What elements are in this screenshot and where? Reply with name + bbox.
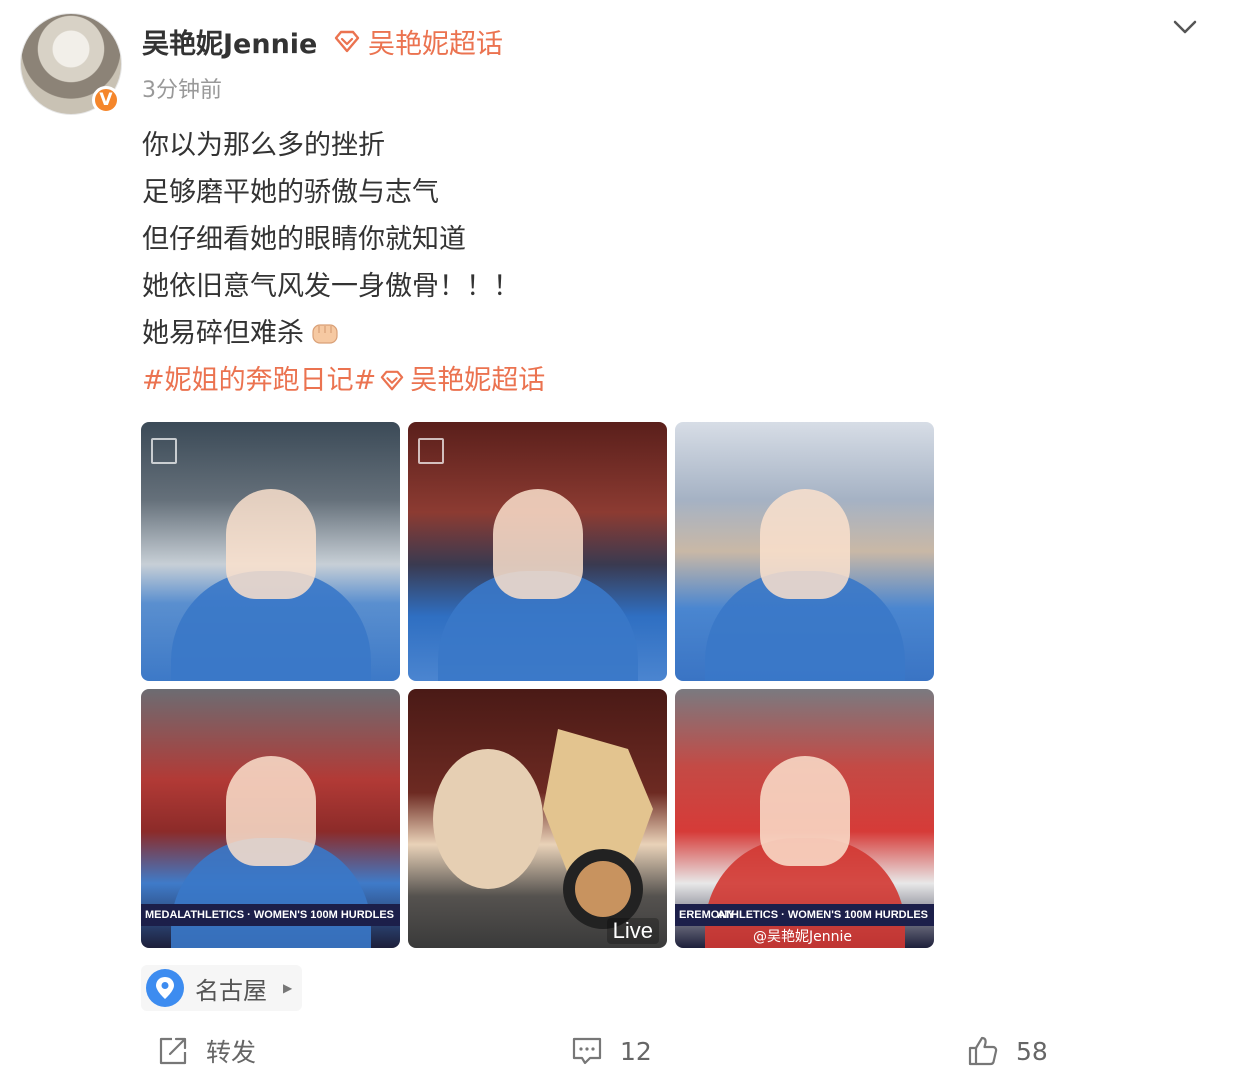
share-icon xyxy=(159,1037,187,1065)
photo-thumbnail[interactable]: MEDAL ATHLETICS · WOMEN'S 100M HURDLES xyxy=(141,689,400,948)
diamond-icon xyxy=(334,30,360,52)
broadcast-banner: MEDAL ATHLETICS · WOMEN'S 100M HURDLES xyxy=(141,904,400,926)
username[interactable]: 吴艳妮Jennie xyxy=(142,22,317,61)
banner-left-label: MEDAL xyxy=(145,909,185,921)
banner-title: ATHLETICS · WOMEN'S 100M HURDLES xyxy=(717,909,928,921)
hashtag-link[interactable]: #妮姐的奔跑日记# xyxy=(142,357,376,404)
like-button[interactable]: 58 xyxy=(966,1030,1048,1072)
content-line: 但仔细看她的眼睛你就知道 xyxy=(142,224,466,255)
live-photo-badge: Live xyxy=(606,918,659,944)
verified-badge-icon: V xyxy=(92,86,120,114)
banner-title: ATHLETICS · WOMEN'S 100M HURDLES xyxy=(183,909,394,921)
photo-thumbnail[interactable]: EREMONY ATHLETICS · WOMEN'S 100M HURDLES… xyxy=(675,689,934,948)
supertopic-label: 吴艳妮超话 xyxy=(368,29,503,60)
content-line: 她依旧意气风发一身傲骨！！！ xyxy=(142,271,520,302)
location-tag[interactable]: 名古屋 ▶ xyxy=(141,965,303,1011)
broadcast-banner: EREMONY ATHLETICS · WOMEN'S 100M HURDLES xyxy=(675,904,934,926)
hashtags: #妮姐的奔跑日记# 吴艳妮超话 xyxy=(142,357,545,404)
comment-icon xyxy=(572,1037,602,1065)
photo-thumbnail[interactable] xyxy=(675,422,934,681)
content-line: 你以为那么多的挫折 xyxy=(142,130,385,161)
fist-emoji-icon xyxy=(312,324,338,344)
diamond-icon xyxy=(381,370,404,390)
supertopic-link[interactable]: 吴艳妮超话 xyxy=(332,22,503,61)
photo-subject-face xyxy=(759,489,850,600)
content-line-with-emoji: 她易碎但难杀 xyxy=(142,310,545,357)
post-content: 你以为那么多的挫折 足够磨平她的骄傲与志气 但仔细看她的眼睛你就知道 她依旧意气… xyxy=(142,122,545,404)
photo-grid: MEDAL ATHLETICS · WOMEN'S 100M HURDLES L… xyxy=(141,422,934,948)
photo-subject-face xyxy=(225,489,316,600)
photo-subject-face xyxy=(759,756,850,867)
photo-subject-face xyxy=(225,756,316,867)
mascot-and-medal-illustration xyxy=(433,729,653,929)
watermark-logo-icon xyxy=(151,438,177,464)
weibo-watermark: @吴艳妮Jennie xyxy=(753,929,852,945)
watermark-logo-icon xyxy=(418,438,444,464)
photo-subject-face xyxy=(492,489,583,600)
repost-button[interactable]: 转发 xyxy=(156,1030,256,1072)
supertopic-tag-link[interactable]: 吴艳妮超话 xyxy=(410,357,545,404)
like-count: 58 xyxy=(1016,1036,1048,1066)
thumbs-up-icon xyxy=(968,1036,998,1066)
photo-thumbnail[interactable] xyxy=(408,422,667,681)
comment-count: 12 xyxy=(620,1036,652,1066)
location-pin-icon xyxy=(146,969,184,1007)
photo-thumbnail[interactable] xyxy=(141,422,400,681)
banner-left-label: EREMONY xyxy=(679,909,735,921)
repost-label: 转发 xyxy=(206,1038,257,1067)
post-time: 3分钟前 xyxy=(142,78,222,103)
caret-right-icon: ▶ xyxy=(283,981,293,995)
location-label: 名古屋 xyxy=(195,976,267,1005)
photo-thumbnail-live[interactable]: Live xyxy=(408,689,667,948)
chevron-down-icon[interactable] xyxy=(1170,12,1200,42)
content-line: 足够磨平她的骄傲与志气 xyxy=(142,177,439,208)
content-line-text: 她易碎但难杀 xyxy=(142,318,304,349)
comment-button[interactable]: 12 xyxy=(570,1030,652,1072)
